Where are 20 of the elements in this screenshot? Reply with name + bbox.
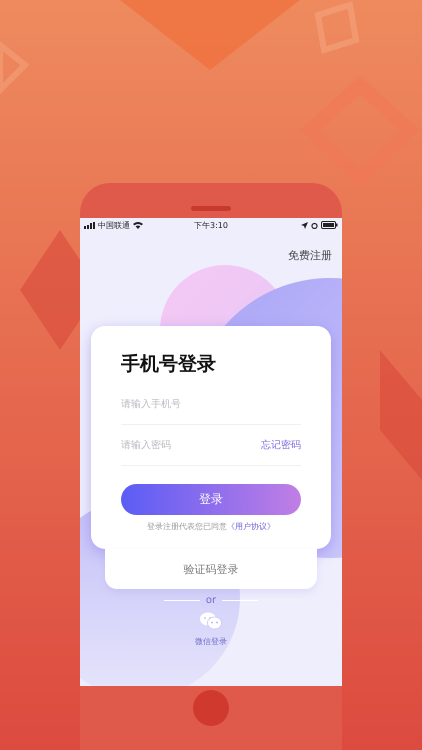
wifi-icon: [133, 221, 143, 229]
login-button[interactable]: 登录: [121, 484, 301, 515]
chat-bubbles-icon[interactable]: [200, 612, 222, 630]
alarm-icon: [311, 222, 318, 228]
divider-text: or: [206, 595, 216, 606]
code-login-button[interactable]: 验证码登录: [105, 549, 317, 589]
agreement-text: 登录注册代表您已同意: [147, 521, 227, 532]
speaker-slot: [191, 206, 231, 211]
forgot-password-link[interactable]: 忘记密码: [261, 438, 301, 452]
agreement-link[interactable]: 《用户协议》: [227, 521, 275, 532]
login-title: 手机号登录: [121, 352, 217, 376]
signal-icon: [84, 222, 95, 228]
wechat-login-label: 微信登录: [195, 636, 227, 647]
battery-icon: [321, 221, 338, 229]
location-icon: [301, 222, 308, 228]
phone-field[interactable]: 请输入手机号: [121, 398, 301, 410]
clock-time: 下午3:10: [194, 220, 228, 230]
home-button[interactable]: [193, 690, 229, 726]
carrier-name: 中国联通: [98, 220, 130, 230]
register-link[interactable]: 免费注册: [288, 248, 332, 263]
